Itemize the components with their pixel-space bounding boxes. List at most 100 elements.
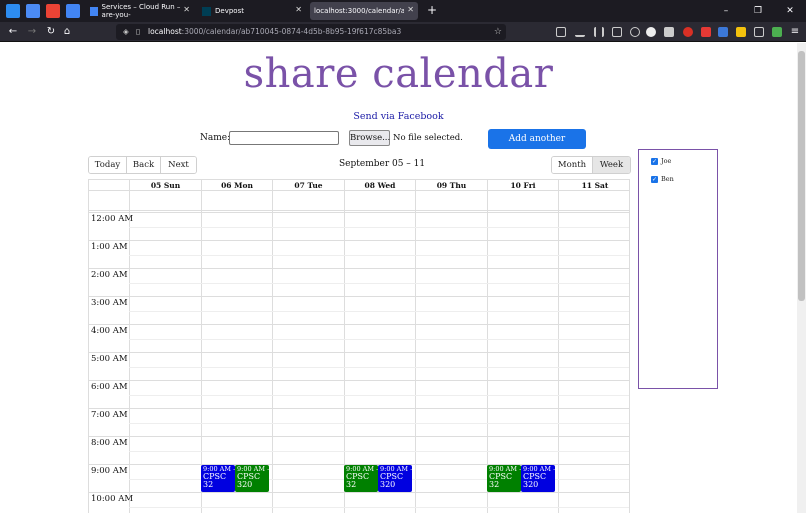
extension-lastpass-icon[interactable] (701, 27, 711, 37)
checkbox-checked-icon[interactable]: ✓ (651, 175, 658, 183)
page-content: share calendar Send via Facebook Name: B… (0, 43, 797, 513)
calendar-event[interactable]: 9:00 AM – CPSC 320 (521, 465, 555, 492)
hour-row[interactable]: 10:00 AM (89, 492, 629, 513)
tab-label: Services – Cloud Run – are-you- (101, 3, 181, 19)
day-header[interactable]: 08 Wed (344, 180, 415, 191)
user-filter-item[interactable]: ✓ Ben (651, 175, 674, 183)
new-tab-button[interactable]: + (427, 3, 437, 17)
hour-row[interactable]: 12:00 AM (89, 212, 629, 240)
navigation-button-group: Today Back Next (88, 156, 197, 174)
tab-label: Devpost (215, 7, 244, 15)
menu-icon[interactable]: ≡ (788, 25, 802, 39)
user-filter-panel: ✓ Joe ✓ Ben (638, 149, 718, 389)
calendar-event[interactable]: 9:00 AM – CPSC 32 (201, 465, 235, 492)
hour-label: 4:00 AM (91, 326, 128, 336)
extension-grid-icon[interactable] (664, 27, 674, 37)
library-icon[interactable] (594, 27, 604, 37)
page-scrollbar[interactable] (797, 43, 806, 513)
hour-label: 7:00 AM (91, 410, 128, 420)
event-title: CPSC 320 (523, 472, 547, 489)
hour-row[interactable]: 1:00 AM (89, 240, 629, 268)
tab-devpost[interactable]: Devpost ✕ (198, 2, 306, 20)
user-name: Ben (661, 175, 674, 183)
close-tab-icon[interactable]: ✕ (407, 5, 414, 14)
cloud-run-icon (90, 6, 98, 16)
forward-arrow-icon[interactable]: → (25, 25, 39, 39)
drive-icon[interactable] (6, 4, 20, 18)
month-view-button[interactable]: Month (552, 157, 593, 173)
pinned-tab-icon[interactable] (26, 4, 40, 18)
hour-label: 8:00 AM (91, 438, 128, 448)
extension-red-icon[interactable] (683, 27, 693, 37)
docs-icon[interactable] (66, 4, 80, 18)
extension-green-icon[interactable] (772, 27, 782, 37)
url-host: localhost (148, 27, 182, 36)
hour-row[interactable]: 5:00 AM (89, 352, 629, 380)
hour-label: 2:00 AM (91, 270, 128, 280)
extension-blue-icon[interactable] (718, 27, 728, 37)
day-header[interactable]: 11 Sat (558, 180, 629, 191)
day-header[interactable]: 06 Mon (201, 180, 272, 191)
back-button[interactable]: Back (127, 157, 161, 173)
day-header[interactable]: 07 Tue (272, 180, 344, 191)
file-status: No file selected. (393, 133, 463, 143)
close-window-button[interactable]: ✕ (774, 0, 806, 22)
week-view-button[interactable]: Week (593, 157, 630, 173)
hour-row[interactable]: 3:00 AM (89, 296, 629, 324)
view-button-group: Month Week (551, 156, 631, 174)
tab-calendar-active[interactable]: localhost:3000/calendar/ab710045 ✕ (310, 2, 418, 20)
hour-row[interactable]: 8:00 AM (89, 436, 629, 464)
maximize-button[interactable]: ❐ (742, 0, 774, 22)
minimize-button[interactable]: – (710, 0, 742, 22)
shield-icon[interactable]: ◈ (123, 24, 129, 40)
home-icon[interactable]: ⌂ (60, 25, 74, 39)
calendar-event[interactable]: 9:00 AM – CPSC 32 (487, 465, 521, 492)
hour-label: 9:00 AM (91, 466, 128, 476)
calendar-event[interactable]: 9:00 AM – CPSC 320 (378, 465, 412, 492)
extension-yellow-icon[interactable] (736, 27, 746, 37)
day-header[interactable]: 09 Thu (415, 180, 487, 191)
checkbox-checked-icon[interactable]: ✓ (651, 157, 658, 165)
day-header[interactable]: 05 Sun (129, 180, 201, 191)
today-button[interactable]: Today (89, 157, 127, 173)
calendar-header: 05 Sun 06 Mon 07 Tue 08 Wed 09 Thu 10 Fr… (89, 180, 629, 191)
browse-button[interactable]: Browse... (349, 130, 390, 146)
day-header[interactable]: 10 Fri (487, 180, 558, 191)
pocket-icon[interactable] (556, 27, 566, 37)
hour-row[interactable]: 6:00 AM (89, 380, 629, 408)
next-button[interactable]: Next (161, 157, 196, 173)
address-bar[interactable]: ◈ ▯ localhost:3000/calendar/ab710045-087… (116, 24, 506, 40)
send-via-facebook-link[interactable]: Send via Facebook (0, 111, 797, 122)
browser-nav-bar: ← → ↻ ⌂ ◈ ▯ localhost:3000/calendar/ab71… (0, 22, 806, 42)
reload-icon[interactable]: ↻ (44, 25, 58, 39)
account-icon[interactable] (646, 27, 656, 37)
user-filter-item[interactable]: ✓ Joe (651, 157, 671, 165)
tab-cloud-run[interactable]: Services – Cloud Run – are-you- ✕ (86, 2, 194, 20)
cast-icon[interactable] (754, 27, 764, 37)
all-day-row[interactable] (89, 192, 629, 211)
gmail-icon[interactable] (46, 4, 60, 18)
event-title: CPSC 320 (237, 472, 261, 489)
calendar-event[interactable]: 9:00 AM – CPSC 32 (344, 465, 378, 492)
downloads-icon[interactable] (575, 27, 585, 37)
page-icon[interactable]: ▯ (136, 24, 140, 40)
calendar-event[interactable]: 9:00 AM – CPSC 320 (235, 465, 269, 492)
hour-row[interactable]: 2:00 AM (89, 268, 629, 296)
name-input[interactable] (229, 131, 339, 145)
screenshot-icon[interactable] (630, 27, 640, 37)
hour-label: 12:00 AM (91, 214, 134, 224)
user-name: Joe (661, 157, 672, 165)
hour-row[interactable]: 7:00 AM (89, 408, 629, 436)
devpost-icon (202, 6, 211, 16)
close-tab-icon[interactable]: ✕ (295, 5, 302, 14)
add-calendar-button[interactable]: Add another calendar! (488, 129, 586, 164)
sidebar-icon[interactable] (612, 27, 622, 37)
date-range-label: September 05 – 11 (339, 159, 426, 169)
bookmark-star-icon[interactable]: ☆ (494, 24, 502, 40)
scrollbar-thumb[interactable] (798, 51, 805, 301)
close-tab-icon[interactable]: ✕ (183, 5, 190, 14)
back-arrow-icon[interactable]: ← (6, 25, 20, 39)
window-controls: – ❐ ✕ (710, 0, 806, 22)
hour-label: 3:00 AM (91, 298, 128, 308)
hour-row[interactable]: 4:00 AM (89, 324, 629, 352)
